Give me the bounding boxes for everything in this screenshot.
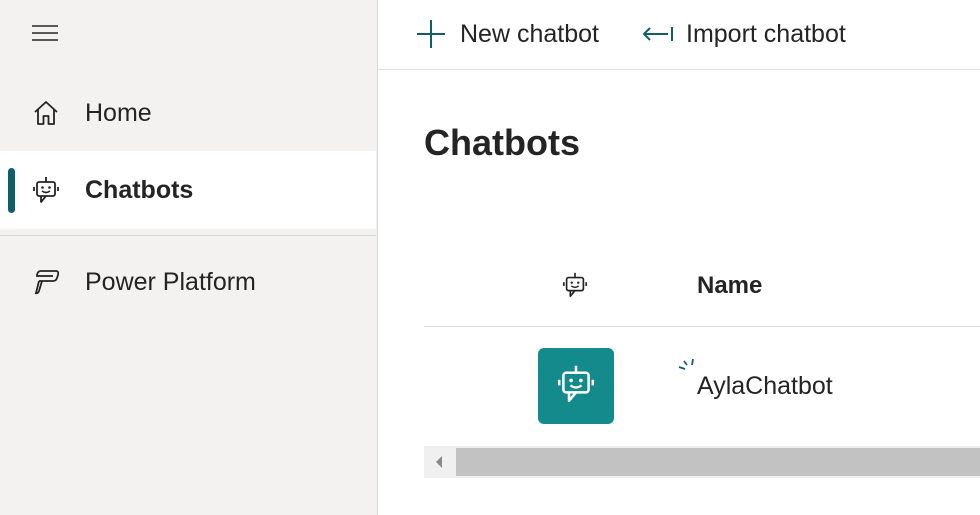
sidebar-item-home[interactable]: Home <box>0 90 376 136</box>
chatbot-name-link[interactable]: AylaChatbot <box>697 372 833 401</box>
bot-icon <box>561 270 589 300</box>
import-chatbot-label: Import chatbot <box>686 19 846 48</box>
sidebar-item-label: Home <box>85 98 152 127</box>
sidebar-item-label: Power Platform <box>85 267 256 296</box>
bot-tile <box>538 348 614 424</box>
plus-icon <box>414 17 448 51</box>
page-title: Chatbots <box>424 122 580 163</box>
power-platform-icon <box>31 267 61 297</box>
app-root: Home Chatbots Power Platform New chatbot… <box>0 0 980 515</box>
column-header-name[interactable]: Name <box>697 272 762 300</box>
command-bar: New chatbot Import chatbot <box>378 0 980 70</box>
sidebar: Home Chatbots Power Platform <box>0 0 378 515</box>
sidebar-divider <box>0 235 376 236</box>
table-row[interactable]: AylaChatbot <box>424 327 980 445</box>
bot-icon <box>555 362 597 411</box>
sidebar-item-power-platform[interactable]: Power Platform <box>0 258 376 306</box>
scroll-left-arrow-icon[interactable] <box>424 446 454 478</box>
import-arrow-icon <box>640 17 674 51</box>
loading-spinner-icon <box>677 357 699 379</box>
selection-indicator <box>8 168 15 213</box>
import-chatbot-button[interactable]: Import chatbot <box>640 12 846 56</box>
new-chatbot-label: New chatbot <box>460 19 599 48</box>
sidebar-item-chatbots[interactable]: Chatbots <box>0 151 376 229</box>
horizontal-scrollbar[interactable] <box>424 446 980 478</box>
sidebar-item-label: Chatbots <box>85 175 194 204</box>
hamburger-icon[interactable] <box>30 20 60 46</box>
home-icon <box>31 98 61 128</box>
bot-icon <box>31 175 61 205</box>
new-chatbot-button[interactable]: New chatbot <box>414 12 599 56</box>
scrollbar-thumb[interactable] <box>456 448 980 476</box>
